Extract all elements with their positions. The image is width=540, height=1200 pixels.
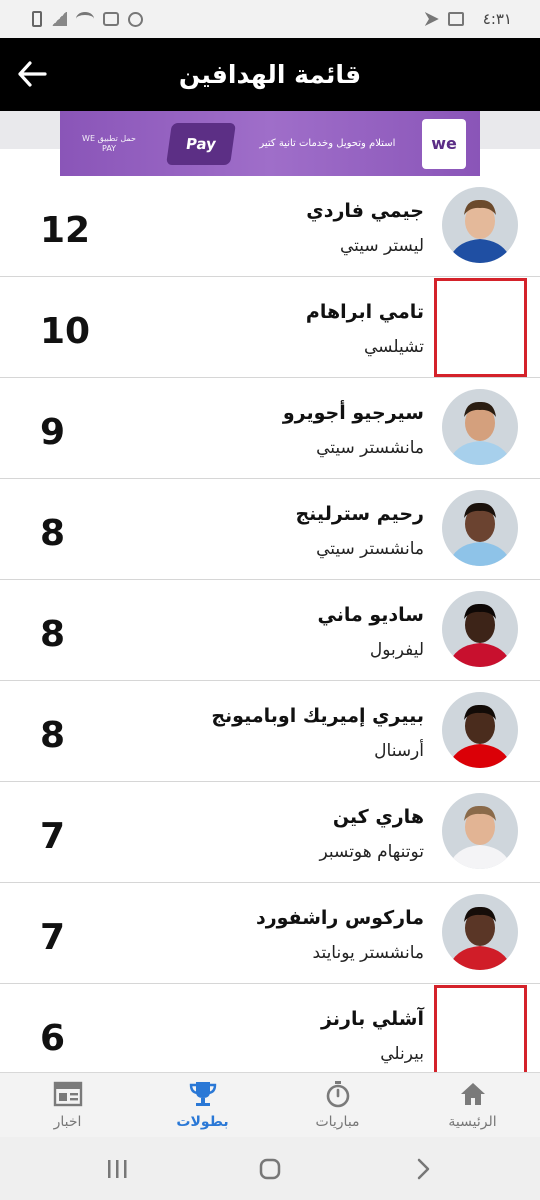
player-team: مانشستر سيتي bbox=[316, 438, 424, 458]
player-team: بيرنلي bbox=[380, 1044, 424, 1064]
goals-count: 8 bbox=[40, 513, 66, 554]
scorer-row[interactable]: رحيم سترلينج مانشستر سيتي 8 bbox=[0, 479, 540, 580]
player-avatar bbox=[442, 389, 518, 465]
nav-item-home[interactable]: الرئيسية bbox=[405, 1073, 540, 1137]
goals-count: 8 bbox=[40, 614, 66, 655]
player-avatar bbox=[442, 591, 518, 667]
home-icon bbox=[458, 1080, 488, 1108]
player-name: آشلي بارنز bbox=[321, 1008, 424, 1030]
player-name: ماركوس راشفورد bbox=[255, 907, 424, 929]
goals-count: 8 bbox=[40, 715, 66, 756]
player-avatar bbox=[442, 793, 518, 869]
scorer-row[interactable]: سيرجيو أجويرو مانشستر سيتي 9 bbox=[0, 378, 540, 479]
player-team: ليفربول bbox=[369, 640, 424, 660]
nav-item-news[interactable]: اخبار bbox=[0, 1073, 135, 1137]
scorer-row[interactable]: جيمي فاردي ليستر سيتي 12 bbox=[0, 176, 540, 277]
nav-label: الرئيسية bbox=[448, 1114, 497, 1130]
scorers-list[interactable]: جيمي فاردي ليستر سيتي 12 تامي ابراهام تشيلسي… bbox=[0, 176, 540, 1072]
nav-item-stopwatch[interactable]: مباريات bbox=[270, 1073, 405, 1137]
bottom-navigation: الرئيسية مباريات بطولات اخبار bbox=[0, 1072, 540, 1137]
notification-flag-icon bbox=[424, 12, 439, 26]
player-team: تشيلسي bbox=[364, 337, 424, 357]
player-name: هاري كين bbox=[332, 806, 424, 828]
status-icons-left bbox=[32, 11, 143, 27]
player-name: رحيم سترلينج bbox=[295, 503, 424, 525]
wifi-icon bbox=[76, 12, 94, 26]
app-bar: قائمة الهدافين bbox=[0, 38, 540, 111]
status-icons-right: ٤:٣١ bbox=[424, 10, 512, 28]
arrow-left-icon bbox=[18, 61, 47, 87]
ad-subtext: حمل تطبيق WE PAY bbox=[82, 133, 137, 153]
recent-apps-button[interactable] bbox=[87, 1149, 147, 1189]
player-avatar bbox=[442, 692, 518, 768]
we-pay-logo: Pay bbox=[165, 122, 236, 165]
goals-count: 10 bbox=[40, 311, 91, 352]
player-name: بييري إميريك اوباميونج bbox=[211, 705, 424, 727]
scorer-row[interactable]: بييري إميريك اوباميونج أرسنال 8 bbox=[0, 681, 540, 782]
player-name: سيرجيو أجويرو bbox=[282, 402, 424, 424]
player-avatar bbox=[442, 187, 518, 263]
chevron-right-icon bbox=[418, 1158, 430, 1179]
player-team: مانشستر يونايتد bbox=[312, 943, 424, 963]
recent-apps-icon bbox=[107, 1159, 127, 1178]
nav-item-trophy[interactable]: بطولات bbox=[135, 1073, 270, 1137]
stopwatch-icon bbox=[323, 1080, 353, 1108]
news-icon bbox=[53, 1080, 83, 1108]
signal-icon bbox=[51, 12, 67, 26]
player-name: تامي ابراهام bbox=[305, 301, 424, 323]
goals-count: 12 bbox=[40, 210, 91, 251]
player-team: ليستر سيتي bbox=[339, 236, 424, 256]
trophy-icon bbox=[188, 1080, 218, 1108]
status-bar: ٤:٣١ bbox=[0, 0, 540, 38]
scorer-row[interactable]: تامي ابراهام تشيلسي 10 bbox=[0, 277, 540, 378]
scorer-row[interactable]: ماركوس راشفورد مانشستر يونايتد 7 bbox=[0, 883, 540, 984]
goals-count: 9 bbox=[40, 412, 66, 453]
alarm-icon bbox=[128, 11, 143, 27]
missing-photo-placeholder bbox=[434, 278, 527, 377]
home-system-button[interactable] bbox=[240, 1149, 300, 1189]
nav-label: اخبار bbox=[53, 1114, 82, 1130]
player-team: مانشستر سيتي bbox=[316, 539, 424, 559]
status-time: ٤:٣١ bbox=[482, 10, 512, 28]
battery-icon bbox=[32, 11, 42, 27]
back-system-button[interactable] bbox=[393, 1149, 453, 1189]
player-name: جيمي فاردي bbox=[306, 200, 424, 222]
ad-banner[interactable]: we استلام وتحويل وخدمات تانية كتير Pay ح… bbox=[60, 111, 480, 176]
player-avatar bbox=[442, 490, 518, 566]
page-title: قائمة الهدافين bbox=[178, 60, 362, 89]
player-team: توتنهام هوتسبر bbox=[319, 842, 424, 862]
goals-count: 6 bbox=[40, 1018, 66, 1059]
nav-label: مباريات bbox=[315, 1114, 360, 1130]
player-team: أرسنال bbox=[374, 741, 424, 761]
scorer-row[interactable]: ساديو ماني ليفربول 8 bbox=[0, 580, 540, 681]
we-logo: we bbox=[422, 118, 466, 169]
goals-count: 7 bbox=[40, 917, 66, 958]
back-button[interactable] bbox=[14, 56, 50, 92]
player-avatar bbox=[442, 894, 518, 970]
system-navigation-bar bbox=[0, 1137, 540, 1200]
scorer-row[interactable]: آشلي بارنز بيرنلي 6 bbox=[0, 984, 540, 1072]
player-name: ساديو ماني bbox=[317, 604, 425, 626]
mute-icon bbox=[103, 12, 119, 26]
nav-label: بطولات bbox=[176, 1114, 229, 1130]
image-notification-icon bbox=[447, 12, 464, 26]
home-circle-icon bbox=[259, 1158, 281, 1179]
scorer-row[interactable]: هاري كين توتنهام هوتسبر 7 bbox=[0, 782, 540, 883]
goals-count: 7 bbox=[40, 816, 66, 857]
missing-photo-placeholder bbox=[434, 985, 527, 1072]
ad-headline: استلام وتحويل وخدمات تانية كتير bbox=[259, 137, 396, 149]
